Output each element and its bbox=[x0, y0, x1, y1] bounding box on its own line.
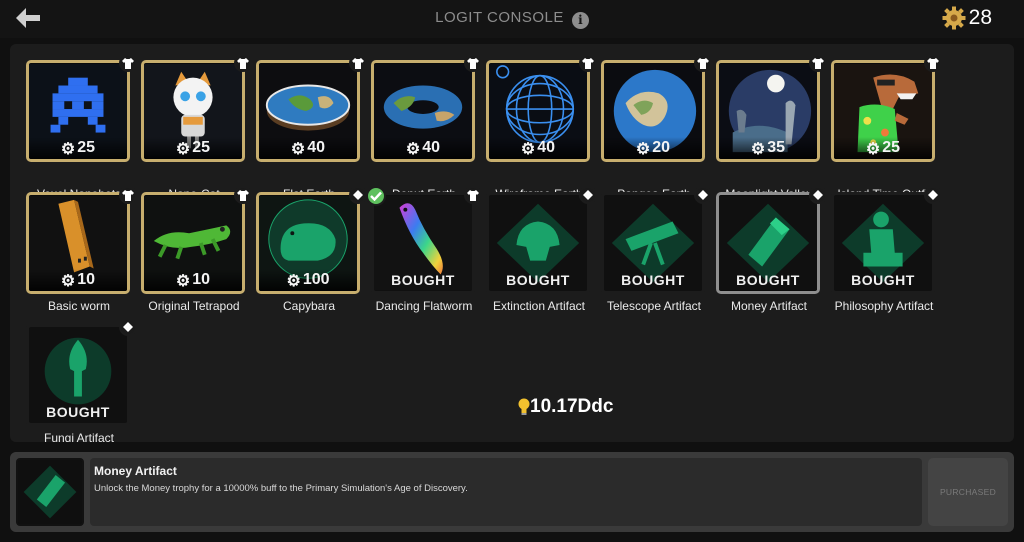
detail-thumbnail bbox=[16, 458, 84, 526]
item-label: Money Artifact bbox=[730, 299, 808, 313]
item-price: 40 bbox=[307, 139, 326, 156]
energy-display: 10.17Ddc bbox=[518, 396, 613, 418]
item-label: Philosophy Artifact bbox=[834, 299, 934, 313]
artifact-diamond-icon bbox=[694, 186, 712, 204]
item-price: 40 bbox=[537, 139, 556, 156]
currency-amount: 28 bbox=[968, 6, 992, 29]
item-tile[interactable]: ⚙ 25 bbox=[141, 60, 245, 162]
outfit-shirt-icon bbox=[119, 186, 137, 204]
outfit-shirt-icon bbox=[924, 54, 942, 72]
bought-label: BOUGHT bbox=[621, 272, 685, 288]
bought-label: BOUGHT bbox=[391, 272, 455, 288]
item-price: 25 bbox=[192, 139, 211, 156]
page-title: LOGIT CONSOLE bbox=[435, 9, 564, 26]
store-grid: ⚙25 Voxel Nanobots ⚙25 Nano-Cat bbox=[10, 44, 1014, 442]
item-label: Extinction Artifact bbox=[492, 299, 586, 313]
currency-display: 28 bbox=[942, 5, 992, 31]
gear-coin-icon bbox=[942, 6, 966, 30]
item-price: 20 bbox=[652, 139, 671, 156]
item-tile[interactable]: ⚙ 100 bbox=[256, 192, 360, 294]
purchased-button[interactable]: PURCHASED bbox=[928, 458, 1008, 526]
item-label: Fungi Artifact bbox=[43, 431, 115, 442]
outfit-shirt-icon bbox=[579, 54, 597, 72]
top-bar: LOGIT CONSOLE i 28 bbox=[0, 0, 1024, 38]
outfit-shirt-icon bbox=[234, 54, 252, 72]
item-label: Basic worm bbox=[47, 299, 110, 313]
item-tile[interactable]: BOUGHT bbox=[601, 192, 705, 294]
item-label: Telescope Artifact bbox=[606, 299, 702, 313]
item-tile[interactable]: ⚙ 35 bbox=[716, 60, 820, 162]
item-price: 10 bbox=[192, 271, 211, 288]
bought-label: BOUGHT bbox=[736, 272, 800, 288]
outfit-shirt-icon bbox=[464, 54, 482, 72]
item-price: 100 bbox=[302, 271, 330, 288]
detail-title: Money Artifact bbox=[94, 464, 177, 478]
detail-body: Money Artifact Unlock the Money trophy f… bbox=[90, 458, 922, 526]
artifact-diamond-icon bbox=[809, 186, 827, 204]
item-label: Dancing Flatworm bbox=[375, 299, 473, 313]
item-tile[interactable]: BOUGHT bbox=[486, 192, 590, 294]
item-price: 40 bbox=[422, 139, 441, 156]
outfit-shirt-icon bbox=[349, 54, 367, 72]
bought-label: BOUGHT bbox=[506, 272, 570, 288]
info-icon[interactable]: i bbox=[571, 12, 589, 29]
checkmark-icon bbox=[366, 186, 386, 206]
item-tile[interactable]: ⚙ 40 bbox=[256, 60, 360, 162]
item-tile[interactable]: ⚙ 25 bbox=[831, 60, 935, 162]
item-price: 25 bbox=[882, 139, 901, 156]
item-label: Original Tetrapod bbox=[148, 299, 240, 313]
lightbulb-icon bbox=[518, 398, 530, 415]
outfit-shirt-icon bbox=[119, 54, 137, 72]
item-price: 25 bbox=[77, 139, 96, 156]
item-tile[interactable]: ⚙ 40 bbox=[371, 60, 475, 162]
outfit-shirt-icon bbox=[809, 54, 827, 72]
item-tile-selected[interactable]: BOUGHT bbox=[716, 192, 820, 294]
artifact-diamond-icon bbox=[579, 186, 597, 204]
item-tile[interactable]: BOUGHT bbox=[831, 192, 935, 294]
item-tile[interactable]: ⚙ 10 bbox=[26, 192, 130, 294]
item-price: 35 bbox=[767, 139, 786, 156]
money-artifact-icon bbox=[18, 460, 82, 524]
outfit-shirt-icon bbox=[234, 186, 252, 204]
artifact-diamond-icon bbox=[924, 186, 942, 204]
artifact-diamond-icon bbox=[119, 318, 137, 336]
item-tile[interactable]: BOUGHT bbox=[371, 192, 475, 294]
item-label: Capybara bbox=[282, 299, 336, 313]
energy-amount: 10.17Ddc bbox=[530, 396, 614, 417]
item-detail-panel: Money Artifact Unlock the Money trophy f… bbox=[10, 452, 1014, 532]
outfit-shirt-icon bbox=[694, 54, 712, 72]
bought-label: BOUGHT bbox=[851, 272, 915, 288]
outfit-shirt-icon bbox=[464, 186, 482, 204]
item-price: 10 bbox=[77, 271, 96, 288]
bought-label: BOUGHT bbox=[46, 404, 110, 420]
item-tile[interactable]: ⚙ 10 bbox=[141, 192, 245, 294]
detail-description: Unlock the Money trophy for a 10000% buf… bbox=[94, 483, 468, 494]
item-tile[interactable]: ⚙ 40 bbox=[486, 60, 590, 162]
item-tile[interactable]: ⚙ 20 bbox=[601, 60, 705, 162]
artifact-diamond-icon bbox=[349, 186, 367, 204]
item-tile[interactable]: ⚙ 25 bbox=[26, 60, 130, 162]
item-tile[interactable]: BOUGHT bbox=[26, 324, 130, 426]
